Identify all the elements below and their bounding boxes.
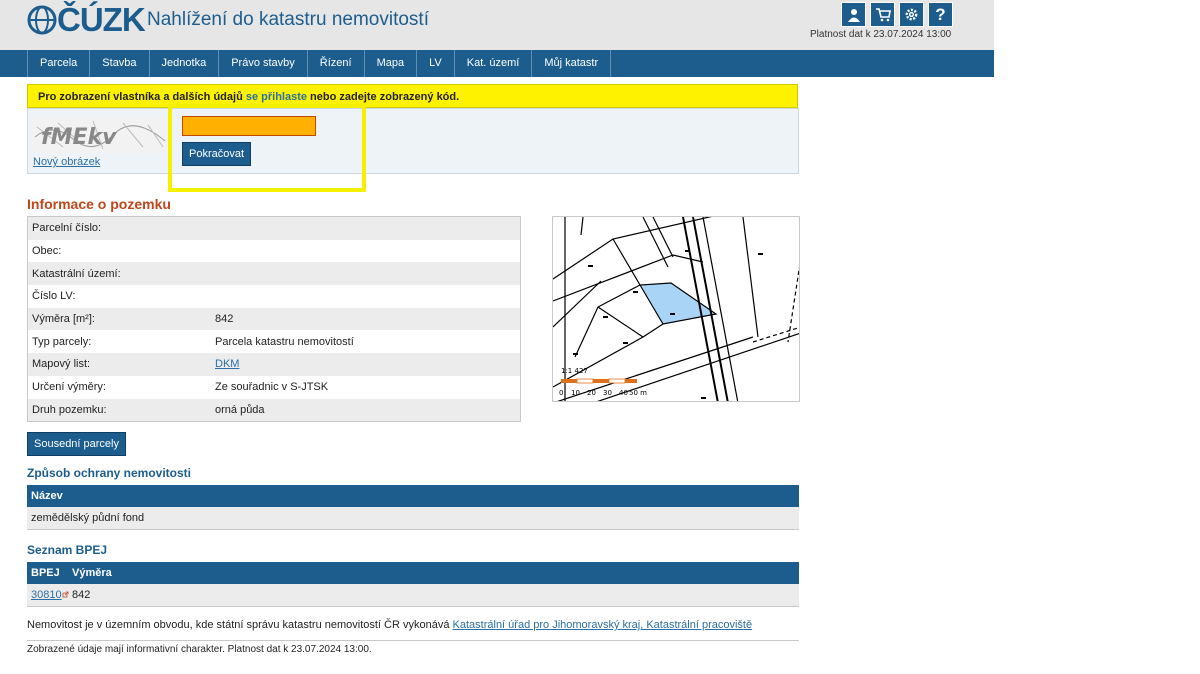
- map-scale-label: 1:1 427: [561, 367, 588, 375]
- user-icon[interactable]: [841, 2, 866, 27]
- parcel-info-title: Informace o pozemku: [27, 196, 171, 212]
- info-row: Určení výměry: Ze souřadnic v S-JTSK: [28, 376, 520, 399]
- cadastral-office-link[interactable]: Katastrální úřad pro Jihomoravský kraj, …: [453, 619, 753, 631]
- table-row: zemědělský půdní fond: [27, 507, 799, 530]
- data-validity: Platnost dat k 23.07.2024 13:00: [810, 29, 952, 40]
- cuzk-logo[interactable]: ČÚZK: [27, 0, 146, 40]
- nav-item-rizeni[interactable]: Řízení: [308, 50, 365, 77]
- info-row: Parcelní číslo:: [28, 217, 520, 240]
- map-scale-tick: 20: [587, 389, 596, 397]
- protection-header-name: Název: [31, 490, 63, 502]
- login-notice: Pro zobrazení vlastníka a dalších údajů …: [27, 84, 798, 108]
- nav-item-jednotka[interactable]: Jednotka: [150, 50, 220, 77]
- map-scale-tick: 0: [559, 389, 563, 397]
- svg-text:fMEkv: fMEkv: [41, 125, 117, 150]
- map-scale-tick: 50 m: [629, 389, 647, 397]
- info-label: Číslo LV:: [32, 290, 76, 303]
- notice-text-before: Pro zobrazení vlastníka a dalších údajů: [38, 91, 246, 103]
- info-label: Parcelní číslo:: [32, 222, 102, 235]
- cart-icon[interactable]: [870, 2, 895, 27]
- logo-text: ČÚZK: [57, 1, 146, 38]
- info-row: Typ parcely: Parcela katastru nemovitostí: [28, 330, 520, 353]
- nav-item-mapa[interactable]: Mapa: [365, 50, 418, 77]
- info-value: Ze souřadnic v S-JTSK: [215, 381, 329, 394]
- info-label: Typ parcely:: [32, 335, 92, 348]
- nav-item-lv[interactable]: LV: [417, 50, 455, 77]
- info-value: orná půda: [215, 403, 265, 416]
- office-info: Nemovitost je v územním obvodu, kde stát…: [27, 619, 752, 631]
- info-row: Výměra [m²]: 842: [28, 307, 520, 331]
- info-label: Obec:: [32, 245, 62, 258]
- protection-table-header: Název: [27, 485, 799, 507]
- captcha-image: fMEkv: [33, 117, 167, 153]
- info-label: Mapový list:: [32, 358, 91, 371]
- bpej-code-link[interactable]: 30810: [31, 589, 62, 601]
- parcel-info-table: Parcelní číslo: Obec: Katastrální území:…: [27, 216, 521, 423]
- bpej-header-code: BPEJ: [31, 567, 60, 579]
- bpej-title: Seznam BPEJ: [27, 543, 108, 557]
- nav-item-parcela[interactable]: Parcela: [27, 50, 91, 77]
- info-value: Parcela katastru nemovitostí: [215, 335, 354, 348]
- info-label: Výměra [m²]:: [32, 313, 95, 326]
- info-row: Druh pozemku: orná půda: [28, 398, 520, 422]
- login-link[interactable]: se přihlaste: [246, 91, 307, 103]
- globe-icon: [27, 5, 57, 35]
- protection-value: zemědělský půdní fond: [31, 512, 145, 524]
- nav-item-kat-uzemi[interactable]: Kat. území: [455, 50, 533, 77]
- divider: [27, 640, 799, 641]
- nav-item-stavba[interactable]: Stavba: [90, 50, 150, 77]
- map-sheet-link[interactable]: DKM: [215, 358, 520, 370]
- gear-icon[interactable]: [899, 2, 924, 27]
- info-label: Katastrální území:: [32, 267, 121, 280]
- info-label: Určení výměry:: [32, 381, 106, 394]
- main-nav: Parcela Stavba Jednotka Právo stavby Říz…: [0, 50, 994, 77]
- new-image-link[interactable]: Nový obrázek: [33, 156, 100, 168]
- nav-item-pravo-stavby[interactable]: Právo stavby: [219, 50, 308, 77]
- bpej-area: 842: [72, 589, 91, 601]
- map-scale-tick: 10: [571, 389, 580, 397]
- info-row: Mapový list: DKM: [28, 353, 520, 376]
- app-title: Nahlížení do katastru nemovitostí: [147, 9, 429, 30]
- office-info-text: Nemovitost je v územním obvodu, kde stát…: [27, 619, 453, 631]
- footer-note: Zobrazené údaje mají informativní charak…: [27, 644, 372, 655]
- info-row: Číslo LV:: [28, 285, 520, 308]
- map-drawing: 1:1 427 0 10 20 30 40 50 m: [553, 217, 799, 401]
- header-icons: ?: [841, 2, 953, 27]
- cadastral-map[interactable]: 1:1 427 0 10 20 30 40 50 m: [552, 216, 800, 402]
- info-label: Druh pozemku:: [32, 403, 107, 416]
- external-link-icon: [62, 591, 68, 598]
- info-value: 842: [215, 313, 234, 326]
- highlight-overlay: [168, 104, 366, 192]
- info-row: Katastrální území:: [28, 262, 520, 286]
- info-row: Obec:: [28, 240, 520, 263]
- help-icon[interactable]: ?: [928, 2, 953, 27]
- map-scale-tick: 30: [603, 389, 612, 397]
- nav-item-muj-katastr[interactable]: Můj katastr: [532, 50, 612, 77]
- bpej-header-area: Výměra: [72, 567, 112, 579]
- map-scale-tick: 40: [619, 389, 628, 397]
- notice-text-after: nebo zadejte zobrazený kód.: [306, 91, 460, 103]
- protection-title: Způsob ochrany nemovitosti: [27, 466, 192, 480]
- table-row: 30810 842: [27, 584, 799, 607]
- neighbor-parcels-button[interactable]: Sousední parcely: [27, 432, 126, 456]
- header: ČÚZK Nahlížení do katastru nemovitostí ?…: [0, 0, 994, 50]
- captcha-panel: fMEkv Nový obrázek Pokračovat: [27, 108, 799, 174]
- bpej-table-header: BPEJ Výměra: [27, 562, 799, 584]
- map-scale-bar: [561, 378, 637, 384]
